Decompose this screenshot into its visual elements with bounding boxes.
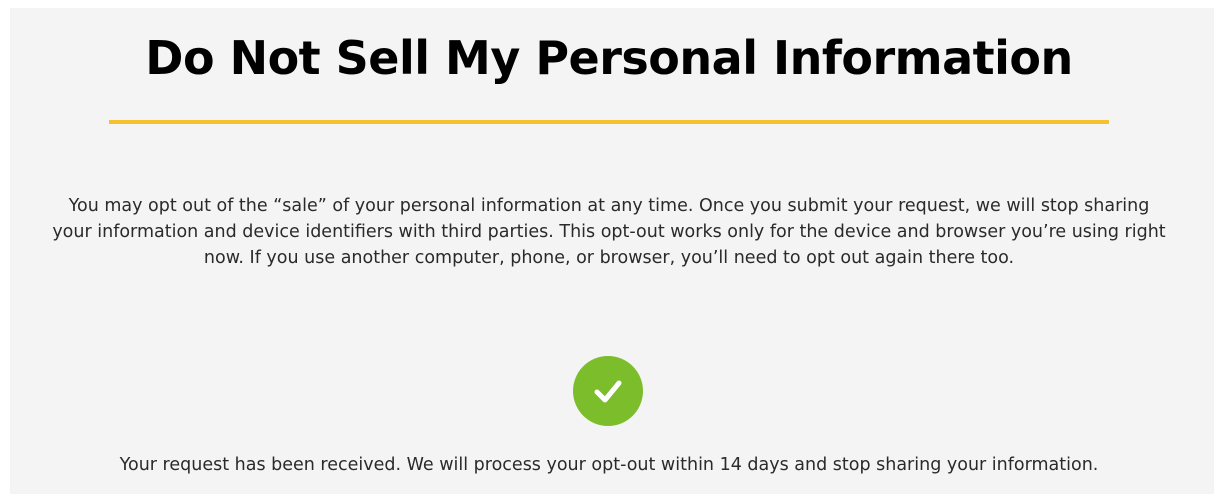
confirmation-message: Your request has been received. We will … <box>119 455 1099 475</box>
opt-out-panel: Do Not Sell My Personal Information You … <box>10 8 1214 494</box>
title-divider <box>109 120 1109 124</box>
checkmark-icon <box>594 380 622 403</box>
check-circle-icon <box>573 356 643 426</box>
intro-text: You may opt out of the “sale” of your pe… <box>52 196 1166 268</box>
page-title: Do Not Sell My Personal Information <box>145 31 1073 85</box>
